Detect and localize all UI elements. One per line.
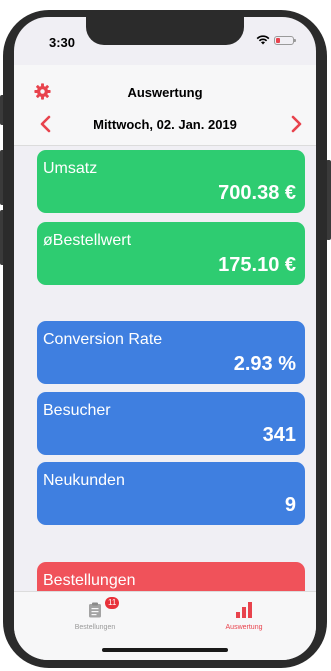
page-title: Auswertung [127, 85, 203, 100]
bar-chart-icon [236, 602, 252, 618]
battery-tip [294, 38, 296, 42]
card-value: 700.38 € [218, 182, 296, 204]
card-conversion-rate[interactable]: Conversion Rate 2.93 % [37, 321, 305, 384]
card-umsatz[interactable]: Umsatz 700.38 € [37, 150, 305, 213]
navigation-bar: Auswertung Mittwoch, 02. Jan. 2019 [14, 65, 316, 146]
card-neukunden[interactable]: Neukunden 9 [37, 462, 305, 525]
card-label: Neukunden [43, 472, 125, 489]
tab-auswertung[interactable]: Auswertung [184, 592, 304, 642]
status-time: 3:30 [49, 35, 76, 50]
card-value: 2.93 % [233, 353, 296, 375]
card-value: 341 [262, 424, 296, 446]
tab-bestellungen[interactable]: 11 Bestellungen [35, 592, 155, 642]
home-indicator [102, 648, 228, 652]
clipboard-icon [89, 602, 101, 618]
phone-device: 3:30 Auswertung Mittwoch, 02. Jan. 2019 … [0, 0, 331, 671]
wifi-icon [256, 35, 270, 45]
app-screen: 3:30 Auswertung Mittwoch, 02. Jan. 2019 … [14, 17, 316, 660]
battery-level [276, 37, 280, 43]
card-label: Umsatz [43, 160, 98, 177]
card-label: Besucher [43, 402, 111, 419]
battery-icon [274, 35, 296, 45]
card-label: Bestellungen [43, 572, 136, 589]
card-bestellwert[interactable]: øBestellwert 175.10 € [37, 222, 305, 285]
card-label: Conversion Rate [43, 331, 163, 348]
notch [86, 17, 244, 45]
card-besucher[interactable]: Besucher 341 [37, 392, 305, 455]
card-value: 9 [284, 494, 296, 516]
notification-badge: 11 [105, 597, 120, 609]
tab-label: Auswertung [225, 624, 263, 631]
card-value: 175.10 € [218, 254, 296, 276]
status-icons [256, 35, 296, 45]
tab-label: Bestellungen [74, 624, 116, 631]
card-label: øBestellwert [43, 232, 132, 249]
date-label: Mittwoch, 02. Jan. 2019 [93, 117, 237, 132]
chevron-right-icon[interactable] [291, 115, 303, 133]
